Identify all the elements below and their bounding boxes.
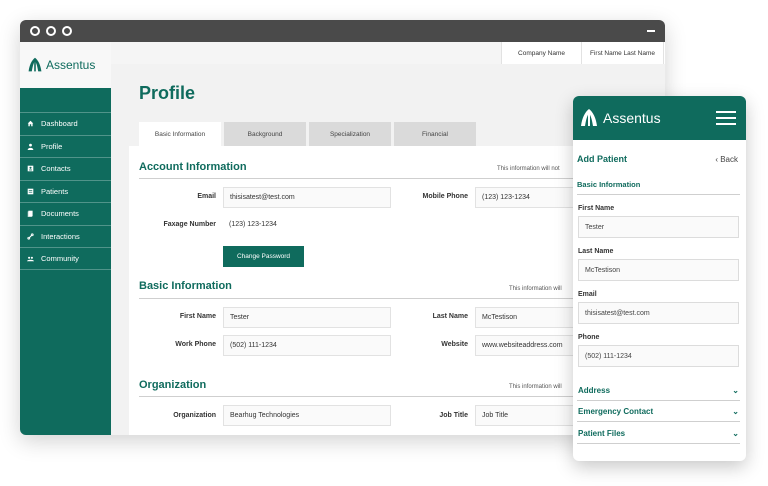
back-label: Back [720,155,738,164]
sidebar-item-interactions[interactable]: Interactions [20,224,111,248]
sidebar-item-label: Documents [41,209,79,219]
add-patient-title: Add Patient [577,154,628,164]
minimize-dot[interactable] [46,26,56,36]
basic-information-heading: Basic Information [139,280,232,292]
sidebar-item-label: Profile [41,141,63,151]
sidebar: Assentus Dashboard Profile Contacts Pati… [20,42,111,435]
sidebar-item-documents[interactable]: Documents [20,202,111,225]
account-note: This information will not [497,166,560,172]
last-name-label: Last Name [432,313,468,320]
first-name-label: First Name [578,205,615,212]
divider [139,178,589,179]
emergency-contact-accordion[interactable]: Emergency Contact ⌄ [578,407,739,416]
organization-label: Organization [173,412,216,419]
top-bar: Company Name First Name Last Name [111,42,665,64]
email-label: Email [578,291,597,298]
hamburger-menu-icon[interactable] [716,111,736,129]
user-icon [27,143,34,150]
tab-background[interactable]: Background [224,122,306,146]
change-password-button[interactable]: Change Password [223,246,304,267]
title-bar [20,20,665,42]
work-phone-label: Work Phone [175,341,216,348]
divider [577,194,740,195]
chevron-down-icon: ⌄ [732,386,739,395]
home-icon [27,120,34,127]
accordion-label: Address [578,386,611,395]
organization-field[interactable]: Bearhug Technologies [223,405,391,426]
sidebar-item-label: Community [41,253,79,263]
maximize-dot[interactable] [62,26,72,36]
organization-heading: Organization [139,379,207,391]
first-name-field[interactable]: Tester [223,307,391,328]
documents-icon [27,210,34,218]
last-name-label: Last Name [578,248,614,255]
gear-icon[interactable] [663,42,665,64]
first-name-field[interactable]: Tester [578,216,739,238]
sidebar-item-label: Interactions [41,231,80,241]
mobile-header: Assentus [573,96,746,140]
first-name-label: First Name [179,313,216,320]
divider [577,421,740,422]
community-icon [27,255,34,262]
assentus-logo-icon [581,109,597,126]
basic-note: This information will [509,286,562,292]
phone-field[interactable]: (502) 111-1234 [578,345,739,367]
address-accordion[interactable]: Address ⌄ [578,386,739,395]
faxage-number-value: (123) 123-1234 [229,221,277,228]
sidebar-item-patients[interactable]: Patients [20,179,111,203]
tab-financial[interactable]: Financial [394,122,476,146]
assentus-logo-icon [28,57,42,72]
website-field[interactable]: www.websiteaddress.com [475,335,575,356]
close-dot[interactable] [30,26,40,36]
email-label: Email [197,193,216,200]
profile-tabs: Basic Information Background Specializat… [139,122,479,146]
mobile-logo-text: Assentus [603,110,661,126]
contact-card-icon [27,165,34,172]
sidebar-item-profile[interactable]: Profile [20,134,111,158]
job-title-field[interactable]: Job Title [475,405,575,426]
user-name[interactable]: First Name Last Name [581,42,663,64]
sidebar-item-label: Contacts [41,164,71,174]
link-icon [27,233,34,240]
sidebar-item-dashboard[interactable]: Dashboard [20,112,111,135]
chevron-down-icon: ⌄ [732,429,739,438]
divider [577,400,740,401]
sidebar-item-community[interactable]: Community [20,247,111,270]
sidebar-item-contacts[interactable]: Contacts [20,157,111,180]
mobile-phone-label: Mobile Phone [422,193,469,200]
tab-specialization[interactable]: Specialization [309,122,391,146]
email-field[interactable]: thisisatest@test.com [578,302,739,324]
email-field[interactable]: thisisatest@test.com [223,187,391,208]
account-information-heading: Account Information [139,161,247,173]
website-label: Website [441,341,468,348]
last-name-field[interactable]: McTestison [475,307,575,328]
page-title: Profile [139,83,196,103]
last-name-field[interactable]: McTestison [578,259,739,281]
logo[interactable]: Assentus [20,42,111,88]
phone-label: Phone [578,334,600,341]
back-button[interactable]: ‹ Back [715,155,738,164]
mobile-screen: Assentus Add Patient ‹ Back Basic Inform… [573,96,746,461]
basic-information-subheading: Basic Information [577,180,641,189]
patient-icon [27,188,34,195]
minimize-icon[interactable] [647,30,655,32]
accordion-label: Patient Files [578,429,626,438]
patient-files-accordion[interactable]: Patient Files ⌄ [578,429,739,438]
chevron-down-icon: ⌄ [732,407,739,416]
work-phone-field[interactable]: (502) 111-1234 [223,335,391,356]
sidebar-nav: Dashboard Profile Contacts Patients Docu… [20,112,111,270]
sidebar-item-label: Dashboard [41,119,78,129]
mobile-phone-field[interactable]: (123) 123-1234 [475,187,575,208]
divider [139,298,589,299]
accordion-label: Emergency Contact [578,407,654,416]
sidebar-item-label: Patients [41,186,69,196]
company-name[interactable]: Company Name [501,42,581,64]
job-title-label: Job Title [439,412,468,419]
divider [577,443,740,444]
organization-note: This information will [509,384,562,390]
divider [139,396,589,397]
logo-text: Assentus [46,58,96,72]
faxage-number-label: Faxage Number [163,221,216,228]
tab-basic-information[interactable]: Basic Information [139,122,221,146]
